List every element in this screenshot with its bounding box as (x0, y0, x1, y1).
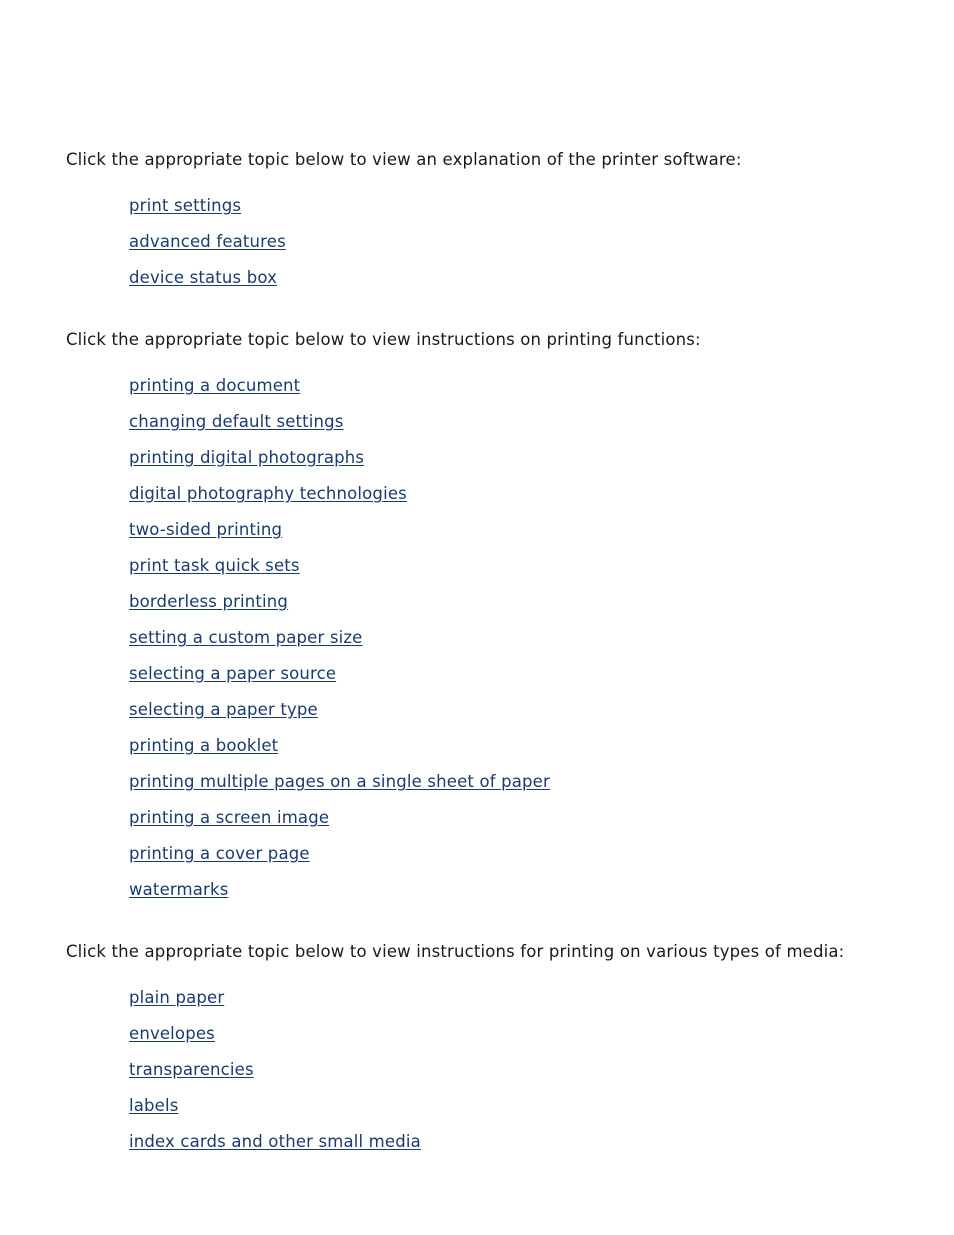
topic-link-digital-photography-technologies[interactable]: digital photography technologies (129, 484, 407, 503)
topic-link-list: plain paper envelopes transparencies lab… (66, 980, 888, 1160)
topic-link-watermarks[interactable]: watermarks (129, 880, 229, 899)
topic-link-changing-default-settings[interactable]: changing default settings (129, 412, 344, 431)
topic-link-advanced-features[interactable]: advanced features (129, 232, 286, 251)
list-item: print task quick sets (129, 548, 888, 584)
topic-link-device-status-box[interactable]: device status box (129, 268, 277, 287)
list-item: watermarks (129, 872, 888, 908)
section-printing-functions: Click the appropriate topic below to vie… (66, 328, 888, 908)
list-item: borderless printing (129, 584, 888, 620)
topic-link-plain-paper[interactable]: plain paper (129, 988, 224, 1007)
list-item: advanced features (129, 224, 888, 260)
topic-link-transparencies[interactable]: transparencies (129, 1060, 254, 1079)
document-page: Click the appropriate topic below to vie… (0, 0, 954, 1235)
topic-link-envelopes[interactable]: envelopes (129, 1024, 215, 1043)
list-item: device status box (129, 260, 888, 296)
list-item: selecting a paper source (129, 656, 888, 692)
topic-link-printing-multiple-pages-on-a-single-sheet-of-paper[interactable]: printing multiple pages on a single shee… (129, 772, 550, 791)
list-item: print settings (129, 188, 888, 224)
topic-link-printing-digital-photographs[interactable]: printing digital photographs (129, 448, 364, 467)
list-item: setting a custom paper size (129, 620, 888, 656)
section-lead-text: Click the appropriate topic below to vie… (66, 942, 845, 961)
topic-link-print-settings[interactable]: print settings (129, 196, 241, 215)
list-item: printing digital photographs (129, 440, 888, 476)
list-item: printing a screen image (129, 800, 888, 836)
list-item: index cards and other small media (129, 1124, 888, 1160)
list-item: digital photography technologies (129, 476, 888, 512)
topic-link-selecting-a-paper-type[interactable]: selecting a paper type (129, 700, 318, 719)
topic-link-list: print settings advanced features device … (66, 188, 888, 296)
topic-link-print-task-quick-sets[interactable]: print task quick sets (129, 556, 300, 575)
list-item: envelopes (129, 1016, 888, 1052)
list-item: two-sided printing (129, 512, 888, 548)
list-item: transparencies (129, 1052, 888, 1088)
topic-link-setting-a-custom-paper-size[interactable]: setting a custom paper size (129, 628, 363, 647)
topic-link-list: printing a document changing default set… (66, 368, 888, 908)
list-item: plain paper (129, 980, 888, 1016)
section-printer-software: Click the appropriate topic below to vie… (66, 148, 888, 296)
topic-link-two-sided-printing[interactable]: two-sided printing (129, 520, 282, 539)
topic-link-index-cards-and-other-small-media[interactable]: index cards and other small media (129, 1132, 421, 1151)
topic-link-printing-a-screen-image[interactable]: printing a screen image (129, 808, 329, 827)
list-item: printing a booklet (129, 728, 888, 764)
topic-link-borderless-printing[interactable]: borderless printing (129, 592, 288, 611)
topic-link-selecting-a-paper-source[interactable]: selecting a paper source (129, 664, 336, 683)
topic-link-printing-a-document[interactable]: printing a document (129, 376, 300, 395)
list-item: changing default settings (129, 404, 888, 440)
list-item: printing a cover page (129, 836, 888, 872)
topic-link-printing-a-cover-page[interactable]: printing a cover page (129, 844, 310, 863)
list-item: printing a document (129, 368, 888, 404)
section-lead-text: Click the appropriate topic below to vie… (66, 330, 701, 349)
list-item: selecting a paper type (129, 692, 888, 728)
topic-link-printing-a-booklet[interactable]: printing a booklet (129, 736, 278, 755)
topic-link-labels[interactable]: labels (129, 1096, 179, 1115)
list-item: labels (129, 1088, 888, 1124)
section-media-types: Click the appropriate topic below to vie… (66, 940, 888, 1160)
list-item: printing multiple pages on a single shee… (129, 764, 888, 800)
section-lead-text: Click the appropriate topic below to vie… (66, 150, 742, 169)
